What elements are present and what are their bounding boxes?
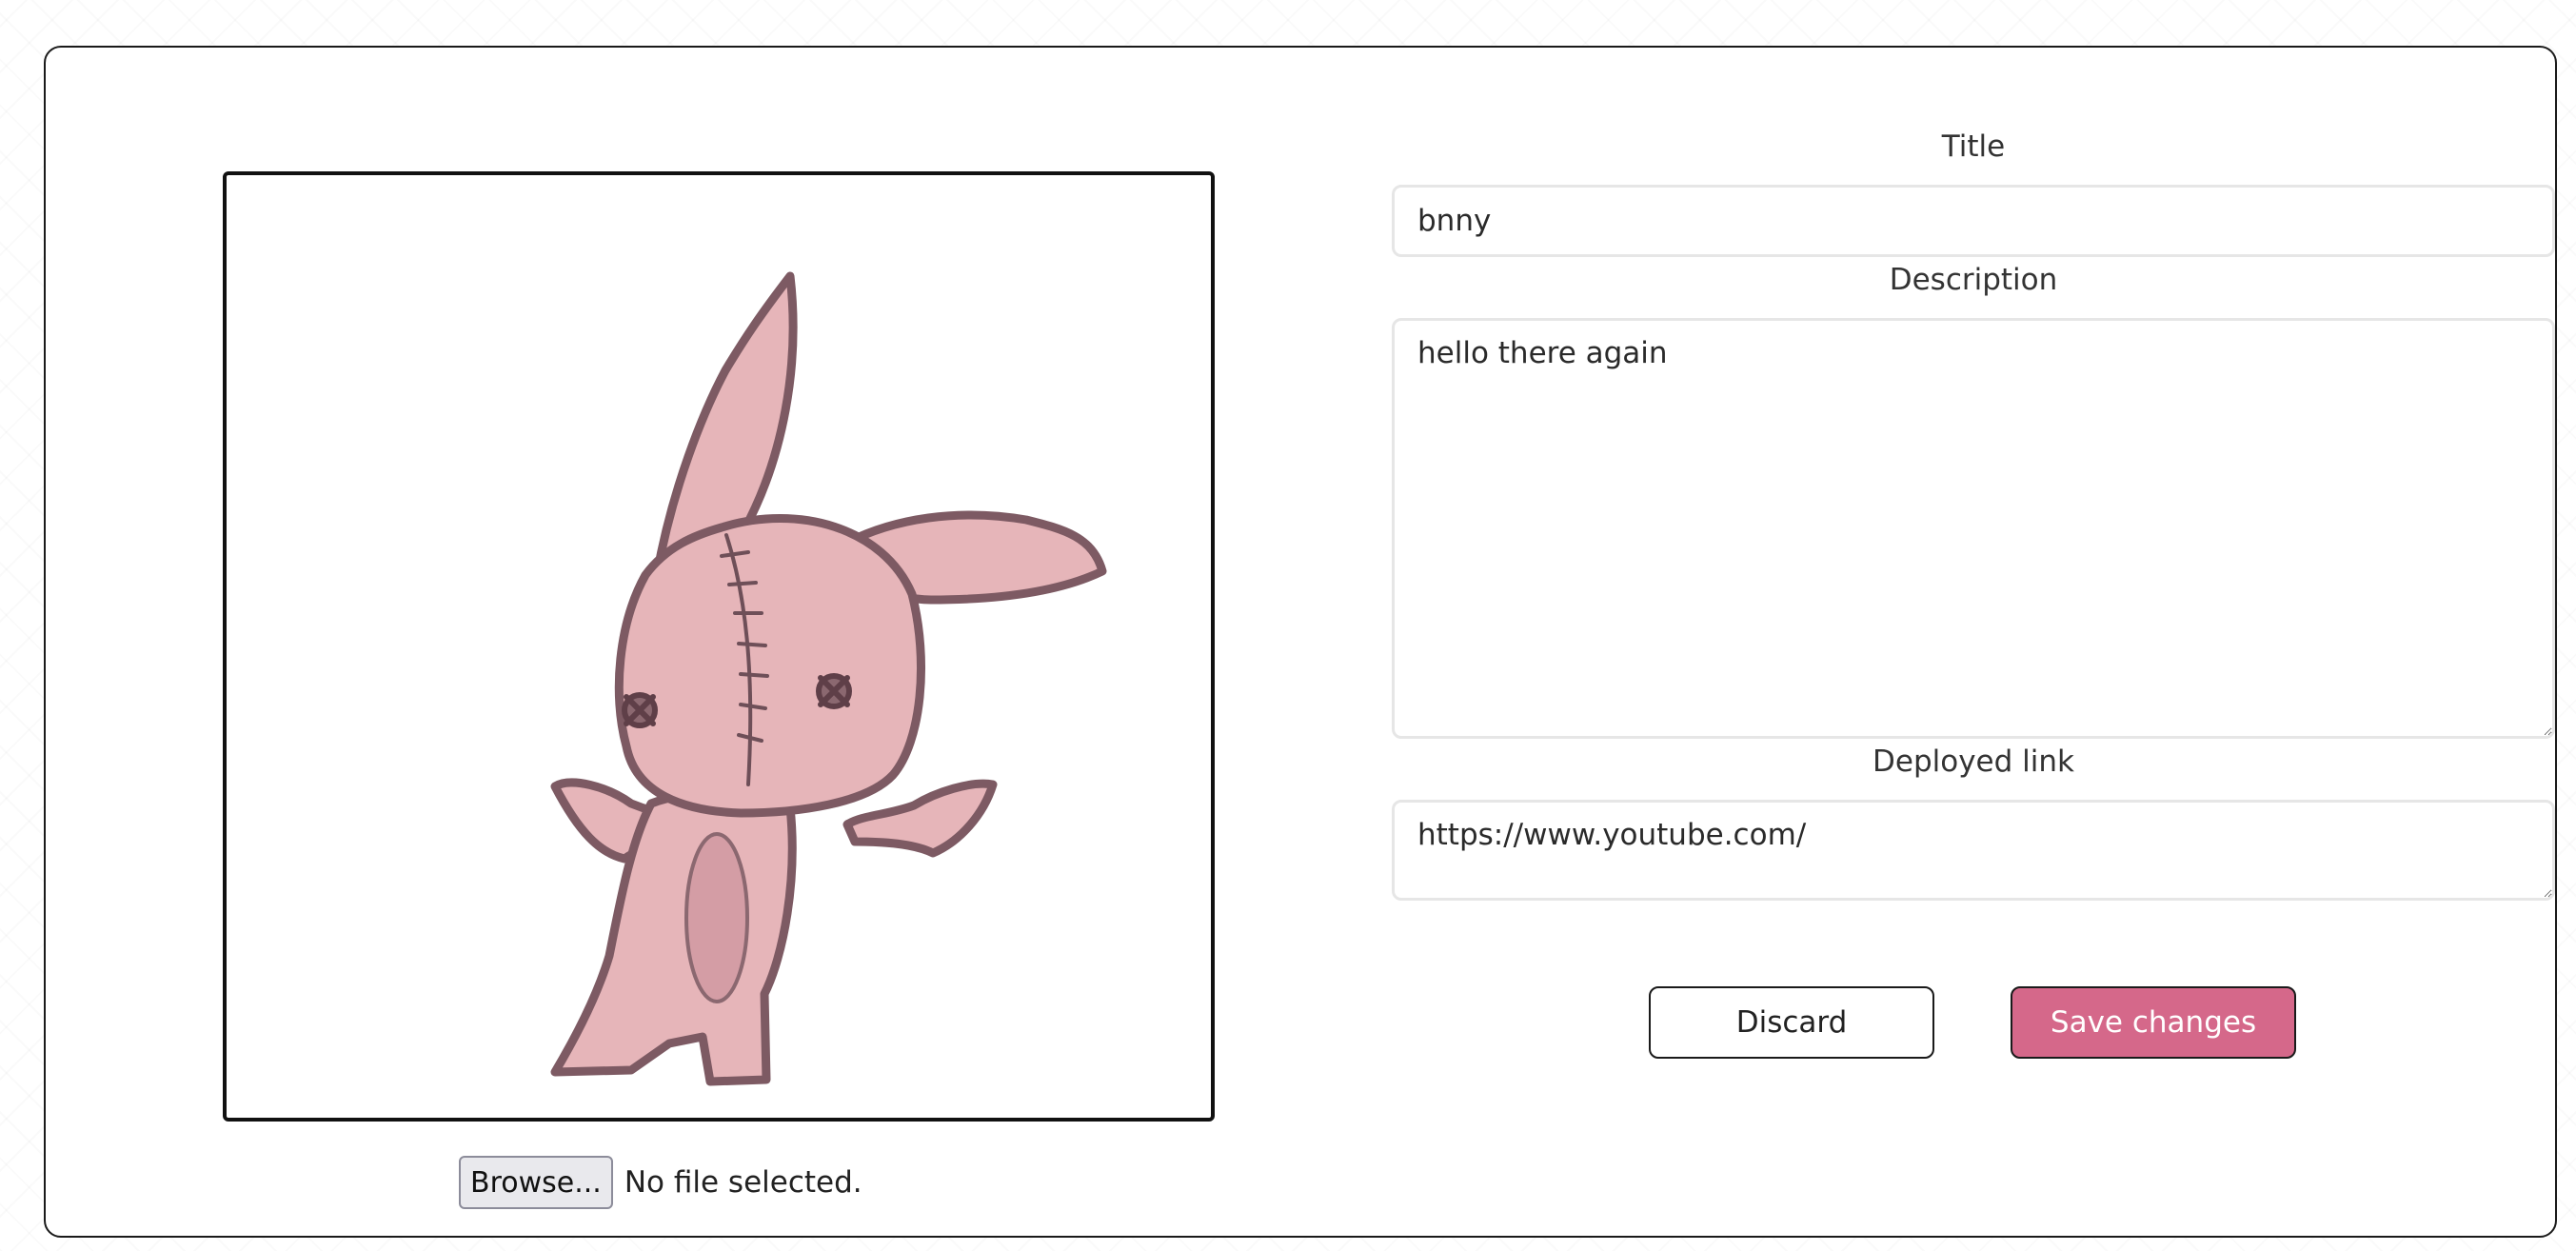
- description-label: Description: [1889, 263, 2058, 297]
- file-status-text: No file selected.: [624, 1165, 862, 1200]
- project-edit-card: Browse... No file selected. Title Descri…: [44, 46, 2557, 1238]
- description-textarea[interactable]: hello there again: [1392, 318, 2555, 739]
- browse-button[interactable]: Browse...: [459, 1156, 613, 1209]
- discard-button[interactable]: Discard: [1649, 986, 1934, 1059]
- title-input[interactable]: [1392, 185, 2555, 257]
- deployed-link-textarea[interactable]: https://www.youtube.com/: [1392, 800, 2555, 901]
- file-upload-row: Browse... No file selected.: [459, 1154, 862, 1211]
- deployed-link-label: Deployed link: [1873, 745, 2074, 779]
- title-label: Title: [1941, 129, 2006, 164]
- save-changes-button[interactable]: Save changes: [2011, 986, 2296, 1059]
- project-image-preview: [223, 171, 1215, 1122]
- bunny-illustration: [550, 271, 1107, 1086]
